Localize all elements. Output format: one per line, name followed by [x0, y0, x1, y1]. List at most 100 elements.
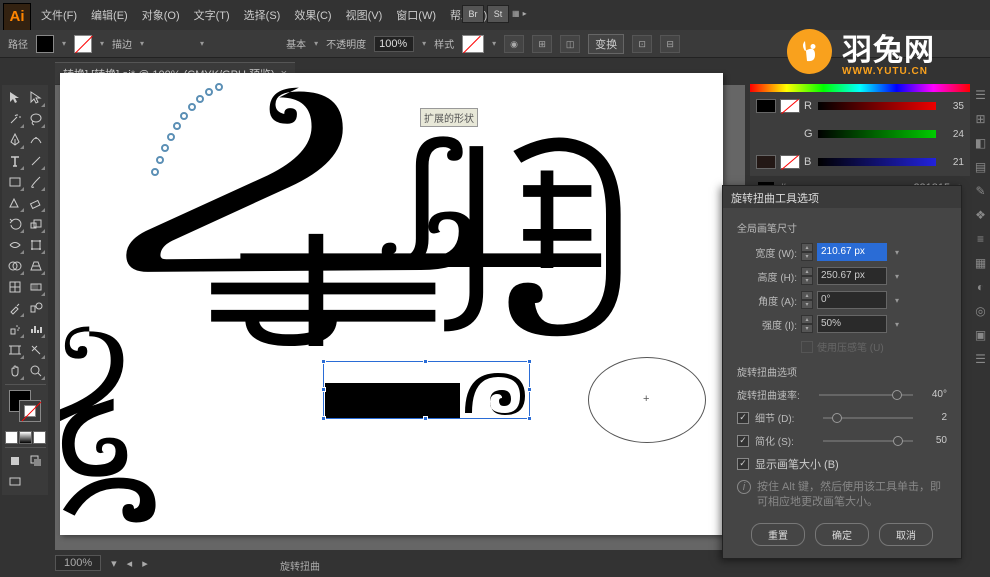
- panel-icon-graphic-styles[interactable]: ▣: [975, 328, 986, 342]
- simplify-slider[interactable]: [823, 440, 913, 442]
- b-slider[interactable]: [818, 158, 936, 166]
- screen-mode-icon[interactable]: [5, 472, 25, 492]
- draw-normal-icon[interactable]: [5, 451, 25, 471]
- panel-icon-libs[interactable]: ⊞: [975, 112, 985, 126]
- menu-view[interactable]: 视图(V): [339, 7, 390, 23]
- shaper-tool[interactable]: [5, 193, 25, 213]
- stroke-weight-dropdown[interactable]: [140, 39, 144, 48]
- rect-tool[interactable]: [5, 172, 25, 192]
- gpu-icon[interactable]: ▸: [523, 5, 527, 23]
- graphic-style-swatch[interactable]: [462, 35, 484, 53]
- angle-stepper[interactable]: ▴▾: [801, 291, 813, 309]
- color-none-icon[interactable]: [33, 431, 46, 444]
- fill-swatch[interactable]: [36, 35, 54, 53]
- recolor-icon[interactable]: ◉: [504, 35, 524, 53]
- symbol-spray-tool[interactable]: [5, 319, 25, 339]
- color-stroke-swatch[interactable]: [780, 99, 800, 113]
- selection-tool[interactable]: [5, 88, 25, 108]
- bridge-button[interactable]: Br: [462, 5, 484, 23]
- current-stroke-swatch[interactable]: [780, 155, 800, 169]
- r-value[interactable]: 35: [940, 101, 964, 112]
- fill-dropdown[interactable]: [62, 39, 66, 48]
- detail-slider[interactable]: [823, 417, 913, 419]
- zoom-dropdown-icon[interactable]: ▾: [111, 557, 117, 570]
- selection-bounding-box[interactable]: [323, 361, 530, 419]
- artboard-tool[interactable]: [5, 340, 25, 360]
- panel-icon-stroke[interactable]: ≡: [977, 232, 984, 246]
- r-slider[interactable]: [818, 102, 936, 110]
- width-tool[interactable]: [5, 235, 25, 255]
- intensity-field[interactable]: 50%: [817, 315, 887, 333]
- lasso-tool[interactable]: [26, 109, 46, 129]
- height-field[interactable]: 250.67 px: [817, 267, 887, 285]
- menu-type[interactable]: 文字(T): [187, 7, 237, 23]
- reset-button[interactable]: 重置: [751, 523, 805, 546]
- menu-file[interactable]: 文件(F): [34, 7, 84, 23]
- color-gradient-icon[interactable]: [19, 431, 32, 444]
- stroke-dropdown[interactable]: [100, 39, 104, 48]
- brush-dropdown[interactable]: [314, 39, 318, 48]
- fill-stroke-control[interactable]: [5, 388, 46, 428]
- panel-icon-transparency[interactable]: ◐: [977, 280, 984, 294]
- shape-builder-tool[interactable]: [5, 256, 25, 276]
- align-icon[interactable]: ⊞: [532, 35, 552, 53]
- angle-dropdown-icon[interactable]: ▾: [891, 296, 903, 305]
- rotate-tool[interactable]: [5, 214, 25, 234]
- b-value[interactable]: 21: [940, 157, 964, 168]
- selected-shape-group[interactable]: [325, 383, 460, 418]
- height-stepper[interactable]: ▴▾: [801, 267, 813, 285]
- brush-tool[interactable]: [26, 172, 46, 192]
- opacity-field[interactable]: 100%: [374, 36, 414, 52]
- cancel-button[interactable]: 取消: [879, 523, 933, 546]
- rate-slider[interactable]: [819, 394, 913, 396]
- transform-button[interactable]: 变换: [588, 34, 624, 54]
- eyedropper-tool[interactable]: [5, 298, 25, 318]
- nav-next-icon[interactable]: ▸: [142, 557, 148, 570]
- artboard[interactable]: 扩展的形状: [60, 73, 723, 535]
- panel-icon-properties[interactable]: ☰: [975, 88, 986, 102]
- line-tool[interactable]: [26, 151, 46, 171]
- show-size-checkbox[interactable]: ✓: [737, 458, 749, 470]
- detail-checkbox[interactable]: ✓: [737, 412, 749, 424]
- hand-tool[interactable]: [5, 361, 25, 381]
- gradient-tool[interactable]: [26, 277, 46, 297]
- scale-tool[interactable]: [26, 214, 46, 234]
- nav-prev-icon[interactable]: ◂: [127, 557, 133, 570]
- ok-button[interactable]: 确定: [815, 523, 869, 546]
- color-fill-swatch[interactable]: [756, 99, 776, 113]
- rate-value[interactable]: 40°: [923, 389, 947, 400]
- panel-icon-swatches[interactable]: ▤: [975, 160, 986, 174]
- arrange-docs-icon[interactable]: ▦: [512, 5, 520, 23]
- width-stepper[interactable]: ▴▾: [801, 243, 813, 261]
- panel-icon-symbols[interactable]: ❖: [975, 208, 986, 222]
- height-dropdown-icon[interactable]: ▾: [891, 272, 903, 281]
- menu-effect[interactable]: 效果(C): [287, 7, 338, 23]
- panel-icon-brushes[interactable]: ✎: [975, 184, 985, 198]
- style-dropdown[interactable]: [492, 39, 496, 48]
- zoom-field[interactable]: 100%: [55, 555, 101, 571]
- draw-behind-icon[interactable]: [26, 451, 46, 471]
- intensity-stepper[interactable]: ▴▾: [801, 315, 813, 333]
- panel-icon-gradient[interactable]: ▦: [975, 256, 986, 270]
- curvature-tool[interactable]: [26, 130, 46, 150]
- g-slider[interactable]: [818, 130, 936, 138]
- color-spectrum[interactable]: [750, 84, 970, 92]
- direct-select-tool[interactable]: [26, 88, 46, 108]
- simplify-value[interactable]: 50: [923, 435, 947, 446]
- var-width-dropdown[interactable]: [200, 39, 204, 48]
- canvas-area[interactable]: 扩展的形状: [55, 85, 745, 550]
- shape-icon[interactable]: ◫: [560, 35, 580, 53]
- intensity-dropdown-icon[interactable]: ▾: [891, 320, 903, 329]
- panel-icon-color[interactable]: ◧: [975, 136, 986, 150]
- current-color-swatch[interactable]: [756, 155, 776, 169]
- simplify-checkbox[interactable]: ✓: [737, 435, 749, 447]
- stroke-swatch[interactable]: [74, 35, 92, 53]
- dialog-title[interactable]: 旋转扭曲工具选项: [723, 186, 961, 208]
- type-tool[interactable]: [5, 151, 25, 171]
- free-transform-tool[interactable]: [26, 235, 46, 255]
- zoom-tool[interactable]: [26, 361, 46, 381]
- blend-tool[interactable]: [26, 298, 46, 318]
- color-solid-icon[interactable]: [5, 431, 18, 444]
- width-field[interactable]: 210.67 px: [817, 243, 887, 261]
- g-value[interactable]: 24: [940, 129, 964, 140]
